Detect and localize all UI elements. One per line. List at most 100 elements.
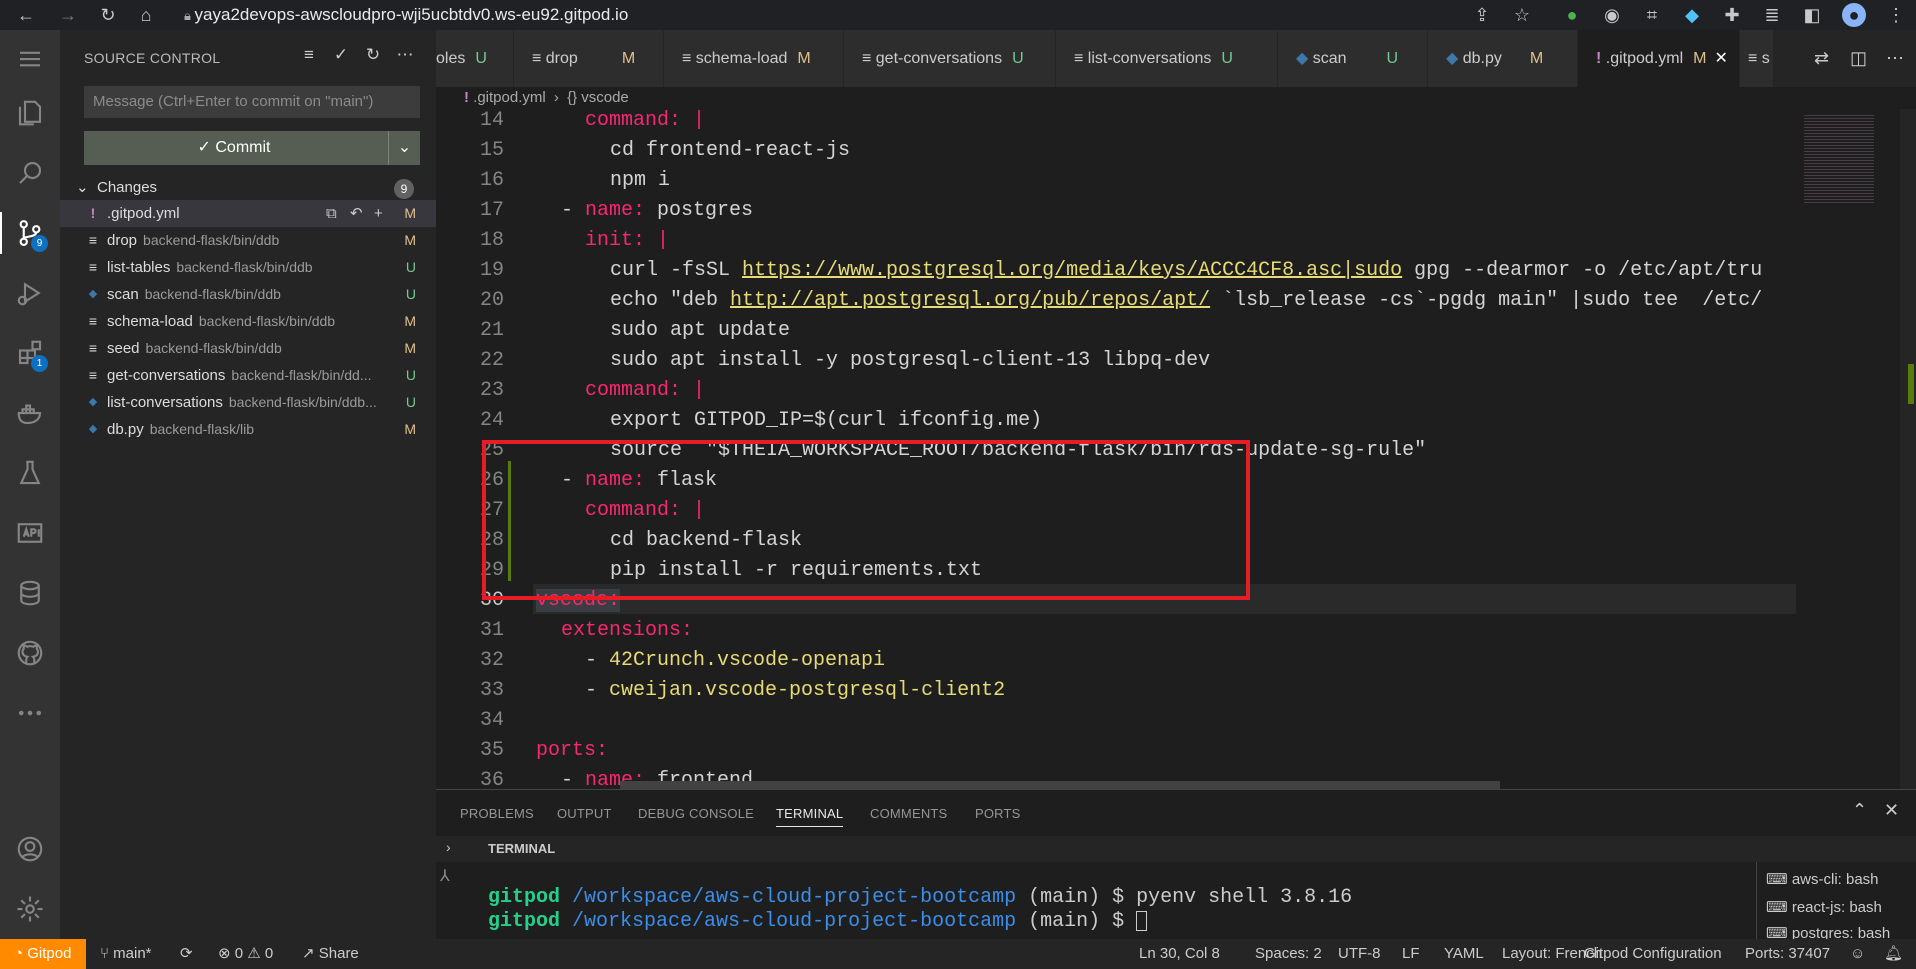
encoding[interactable]: UTF-8: [1338, 939, 1381, 969]
extensions-icon[interactable]: 1: [0, 326, 60, 380]
settings-gear-icon[interactable]: [0, 882, 60, 936]
code-line: sudo apt install -y postgresql-client-13…: [610, 349, 1211, 372]
source-control-icon[interactable]: 9: [0, 206, 60, 260]
gitpod-menu-button[interactable]: ◔ Gitpod: [0, 939, 86, 969]
tab-output[interactable]: OUTPUT: [557, 806, 612, 821]
extension-icon[interactable]: ◆: [1680, 3, 1704, 27]
testing-flask-icon[interactable]: [0, 446, 60, 500]
tab-oles[interactable]: oles U: [436, 30, 514, 87]
forward-arrow-icon[interactable]: →: [56, 3, 80, 27]
profile-avatar[interactable]: ●: [1842, 3, 1866, 27]
docker-icon[interactable]: [0, 386, 60, 440]
menu-icon[interactable]: ⋮: [1884, 3, 1908, 27]
tab-scan[interactable]: ◆ scan U: [1278, 30, 1428, 87]
list-item[interactable]: ! .gitpod.yml ⧉ ↶ + M: [60, 200, 436, 227]
menu-hamburger-icon[interactable]: [0, 32, 60, 86]
list-item[interactable]: ◆ list-conversations backend-flask/bin/dd…: [60, 389, 436, 416]
list-item[interactable]: ≡ list-tables backend-flask/bin/ddb U: [60, 254, 436, 281]
share-button[interactable]: ↗ Share: [302, 939, 359, 969]
terminal-section-header[interactable]: › TERMINAL: [436, 836, 1916, 862]
stage-changes-icon[interactable]: +: [374, 200, 383, 227]
tab-db-py[interactable]: ◆ db.py M: [1428, 30, 1578, 87]
problems-indicator[interactable]: ⊗ 0 ⚠ 0: [218, 939, 273, 969]
view-as-tree-icon[interactable]: ≡: [298, 44, 320, 66]
breadcrumb-file[interactable]: .gitpod.yml: [473, 89, 546, 106]
extension-icon[interactable]: ◉: [1600, 3, 1624, 27]
terminal-list-item[interactable]: ⌨︎ aws-cli: bash: [1766, 870, 1879, 888]
reload-icon[interactable]: ↻: [96, 3, 120, 27]
commit-check-icon[interactable]: ✓: [330, 44, 352, 66]
end-of-line[interactable]: LF: [1402, 939, 1420, 969]
sync-icon[interactable]: ⟳: [180, 939, 193, 969]
tab-schema-load[interactable]: ≡ schema-load M: [664, 30, 844, 87]
file-name: list-tables: [107, 259, 171, 276]
more-actions-icon[interactable]: ⋯: [394, 44, 416, 66]
address-bar[interactable]: 🔒︎ yaya2devops-awscloudpro-wji5ucbtdv0.w…: [176, 2, 1476, 28]
list-item[interactable]: ◆ db.py backend-flask/lib M: [60, 416, 436, 443]
account-icon[interactable]: [0, 822, 60, 876]
minimap[interactable]: [1796, 109, 1900, 789]
changes-section-header[interactable]: ⌄ Changes 9: [60, 176, 436, 200]
maximize-panel-icon[interactable]: ⌃: [1852, 800, 1867, 821]
close-panel-icon[interactable]: ✕: [1884, 800, 1899, 821]
commit-button[interactable]: ✓ Commit ⌄: [84, 131, 420, 165]
discard-changes-icon[interactable]: ↶: [350, 200, 363, 227]
refresh-icon[interactable]: ↻: [362, 44, 384, 66]
scroll-change-marker: [1908, 364, 1914, 404]
screenshot-icon[interactable]: ⌗: [1640, 3, 1664, 27]
open-file-icon[interactable]: ⧉: [326, 200, 337, 227]
split-editor-icon[interactable]: ◫: [1850, 48, 1867, 69]
tab-comments[interactable]: COMMENTS: [870, 806, 947, 821]
extension-icon[interactable]: ●: [1560, 3, 1584, 27]
tab-list-conversations[interactable]: ≡ list-conversations U: [1056, 30, 1278, 87]
commit-message-input[interactable]: Message (Ctrl+Enter to commit on "main"): [84, 86, 420, 118]
back-arrow-icon[interactable]: ←: [14, 3, 38, 27]
tab-ports[interactable]: PORTS: [975, 806, 1021, 821]
gitpod-configuration[interactable]: Gitpod Configuration: [1584, 939, 1722, 969]
bookmark-star-icon[interactable]: ☆: [1510, 3, 1534, 27]
run-debug-icon[interactable]: [0, 266, 60, 320]
list-item[interactable]: ≡ drop backend-flask/bin/ddb M: [60, 227, 436, 254]
more-actions-icon[interactable]: ⋯: [1886, 48, 1904, 69]
line-number: 18: [479, 229, 504, 252]
ports-indicator[interactable]: Ports: 37407: [1745, 939, 1830, 969]
tab-drop[interactable]: ≡ drop M: [514, 30, 664, 87]
file-path: backend-flask/bin/dd...: [231, 367, 372, 383]
github-icon[interactable]: [0, 626, 60, 680]
indentation[interactable]: Spaces: 2: [1255, 939, 1322, 969]
home-icon[interactable]: ⌂: [134, 3, 158, 27]
tab-problems[interactable]: PROBLEMS: [460, 806, 534, 821]
reading-list-icon[interactable]: ≣: [1760, 3, 1784, 27]
chevron-down-icon[interactable]: ⌄: [388, 131, 420, 165]
cursor-position[interactable]: Ln 30, Col 8: [1139, 939, 1220, 969]
notifications-bell-icon[interactable]: 🔔︎: [1884, 939, 1903, 969]
horizontal-scrollbar[interactable]: [620, 781, 1500, 789]
list-item[interactable]: ≡ schema-load backend-flask/bin/ddb M: [60, 308, 436, 335]
branch-icon: ⑂: [100, 945, 114, 962]
puzzle-icon[interactable]: ✚: [1720, 3, 1744, 27]
terminal-list-item[interactable]: ⌨︎ react-js: bash: [1766, 898, 1882, 916]
database-icon[interactable]: [0, 566, 60, 620]
vertical-scrollbar[interactable]: [1900, 109, 1916, 789]
sidepanel-icon[interactable]: ◧: [1800, 3, 1824, 27]
list-item[interactable]: ≡ seed backend-flask/bin/ddb M: [60, 335, 436, 362]
more-icon[interactable]: [0, 686, 60, 740]
tab-s[interactable]: ≡ s: [1740, 30, 1774, 87]
tab-debug-console[interactable]: DEBUG CONSOLE: [638, 806, 754, 821]
branch-indicator[interactable]: ⑂ main*: [100, 939, 152, 969]
account-icon[interactable]: ☺: [1850, 939, 1865, 969]
list-item[interactable]: ◆ scan backend-flask/bin/ddb U: [60, 281, 436, 308]
explorer-icon[interactable]: [0, 86, 60, 140]
breadcrumb-symbol[interactable]: vscode: [581, 89, 629, 106]
open-changes-icon[interactable]: ⇄: [1814, 48, 1829, 69]
list-item[interactable]: ≡ get-conversations backend-flask/bin/dd.…: [60, 362, 436, 389]
share-page-icon[interactable]: ⇪: [1470, 3, 1494, 27]
api-icon[interactable]: [0, 506, 60, 560]
tab-gitpod-yml[interactable]: ! .gitpod.yml M ✕: [1578, 30, 1740, 87]
tab-status: M: [797, 50, 811, 67]
tab-terminal[interactable]: TERMINAL: [776, 806, 844, 827]
tab-get-conversations[interactable]: ≡ get-conversations U: [844, 30, 1056, 87]
language-mode[interactable]: YAML: [1444, 939, 1484, 969]
close-icon[interactable]: ✕: [1714, 50, 1727, 67]
search-icon[interactable]: [0, 146, 60, 200]
